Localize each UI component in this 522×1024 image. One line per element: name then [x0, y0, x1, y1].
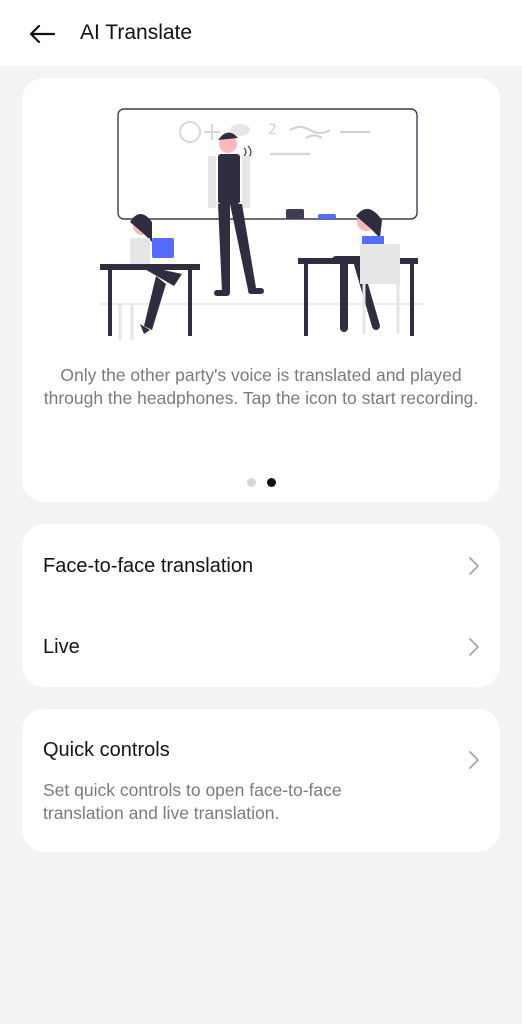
arrow-left-icon: [29, 24, 55, 44]
live-translation-item[interactable]: Live: [22, 608, 500, 686]
intro-card: 2 Only the other party's voice is transl…: [22, 78, 500, 502]
translation-modes-card: Face-to-face translation Live: [22, 524, 500, 687]
quick-controls-description: Set quick controls to open face-to-face …: [43, 780, 342, 823]
chevron-right-icon: [469, 751, 479, 769]
intro-caption: Only the other party's voice is translat…: [43, 365, 479, 408]
back-button[interactable]: [22, 14, 62, 54]
face-to-face-translation-item[interactable]: Face-to-face translation: [22, 527, 500, 605]
app-header: AI Translate: [0, 0, 522, 66]
pager-dot-2-active[interactable]: [266, 478, 276, 487]
quick-controls-title: Quick controls: [43, 739, 170, 761]
classroom-illustration: 2: [100, 108, 424, 340]
live-label: Live: [43, 635, 80, 658]
chevron-right-icon: [469, 557, 479, 575]
svg-text:2: 2: [268, 122, 277, 138]
carousel-pager: [22, 478, 500, 487]
page-title: AI Translate: [80, 21, 193, 44]
pager-dot-1[interactable]: [246, 478, 256, 487]
quick-controls-item[interactable]: Quick controls Set quick controls to ope…: [22, 709, 500, 852]
chevron-right-icon: [469, 638, 479, 656]
face-to-face-translation-label: Face-to-face translation: [43, 554, 254, 577]
